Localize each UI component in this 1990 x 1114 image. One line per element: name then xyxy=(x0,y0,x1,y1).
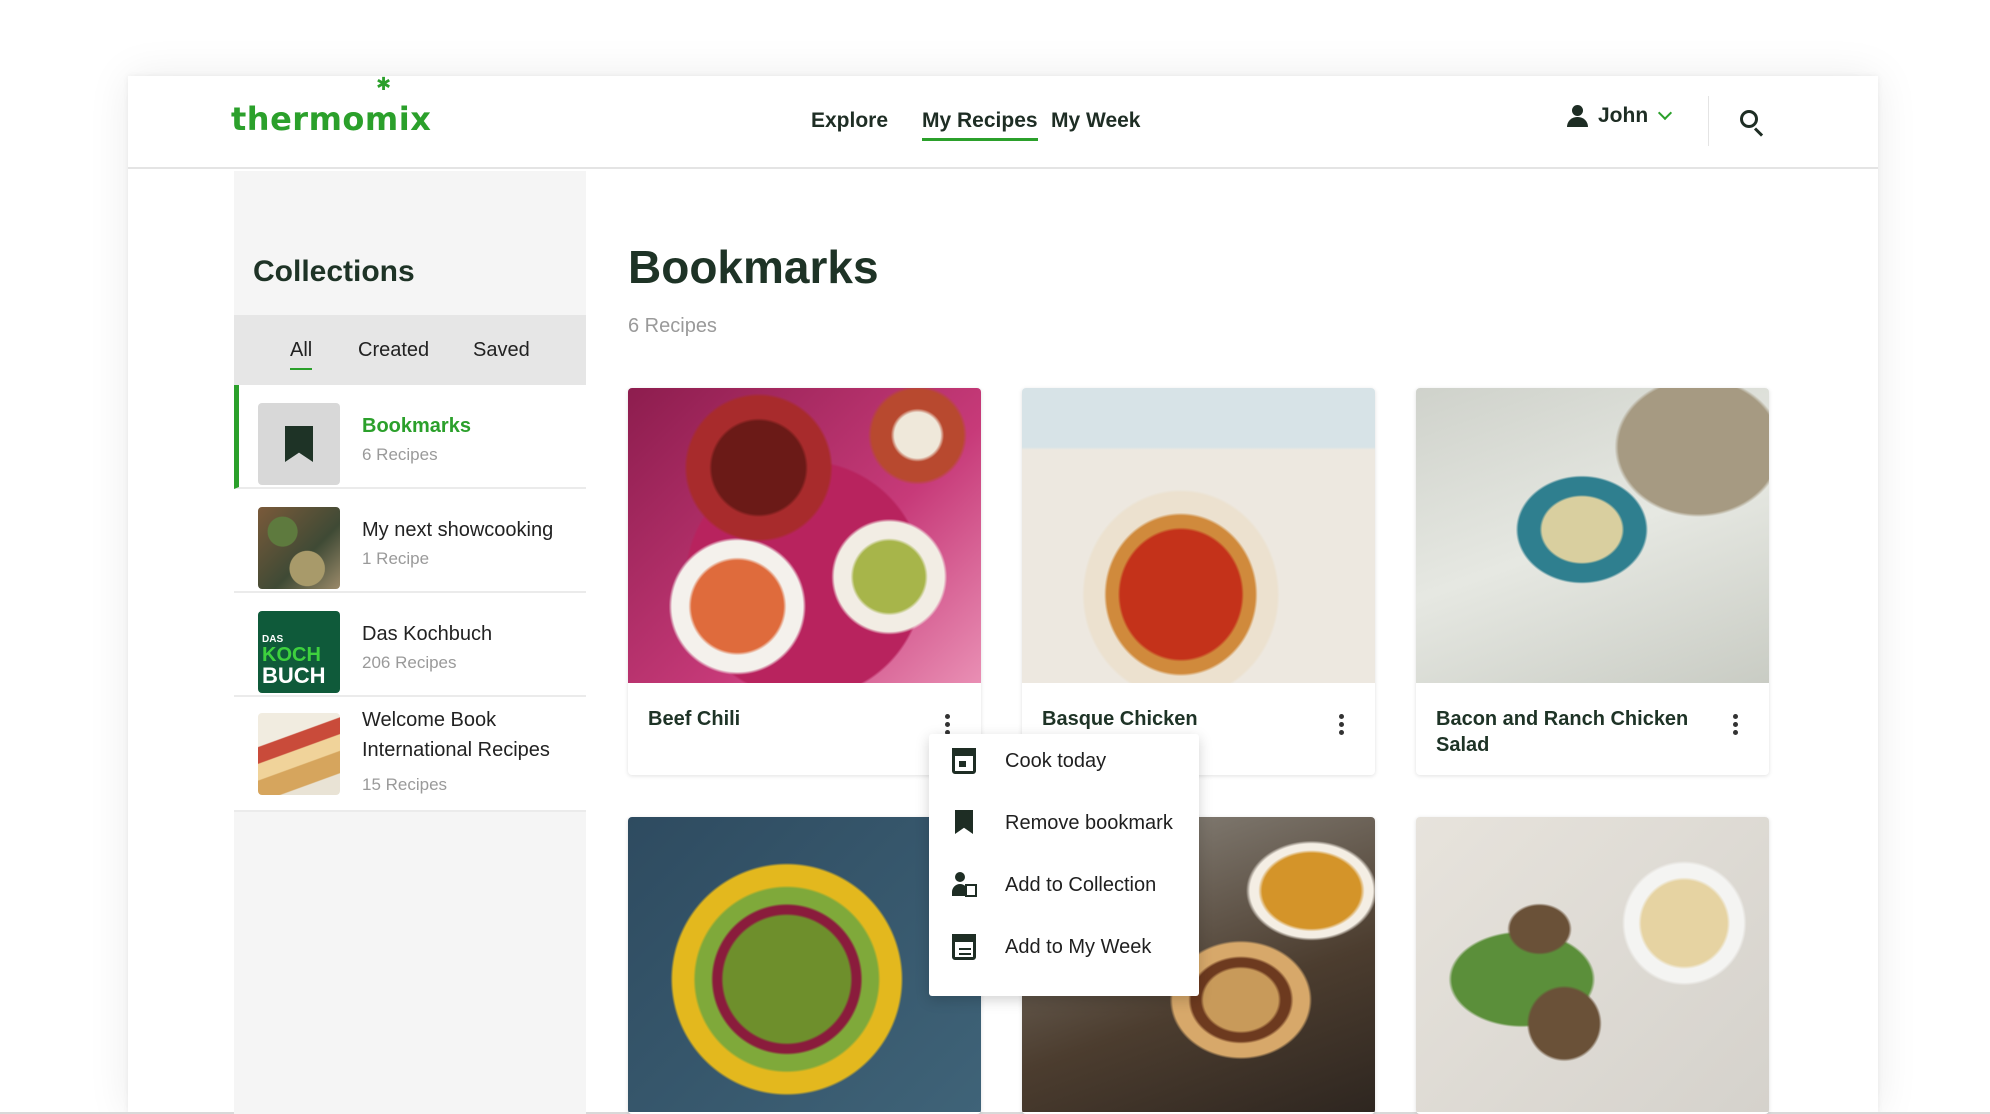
more-options-icon[interactable] xyxy=(1731,714,1739,738)
collection-item-bookmarks[interactable]: Bookmarks 6 Recipes xyxy=(234,385,586,489)
menu-item-add-to-my-week[interactable]: Add to My Week xyxy=(929,920,1199,980)
page-title: Bookmarks xyxy=(628,241,879,293)
menu-item-label: Remove bookmark xyxy=(1005,812,1173,834)
collection-item-welcome-book[interactable]: Welcome Book International Recipes 15 Re… xyxy=(234,697,586,812)
menu-item-cook-today[interactable]: Cook today xyxy=(929,734,1199,794)
menu-item-label: Cook today xyxy=(1005,750,1107,772)
user-menu[interactable]: John xyxy=(1566,104,1673,128)
recipe-card-basque-chicken[interactable]: Basque Chicken xyxy=(1022,388,1375,775)
filter-all[interactable]: All xyxy=(290,339,313,370)
logo-star-icon: ✱ xyxy=(376,74,392,94)
filter-saved[interactable]: Saved xyxy=(473,339,530,362)
book-cover-buch: BUCH xyxy=(262,663,326,688)
collection-list: Bookmarks 6 Recipes My next showcooking … xyxy=(234,385,586,812)
calendar-week-icon xyxy=(952,934,976,960)
collection-item-my-next-showcooking[interactable]: My next showcooking 1 Recipe xyxy=(234,489,586,593)
user-name: John xyxy=(1598,104,1649,127)
recipe-context-menu: Cook today Remove bookmark Add to Collec… xyxy=(929,734,1199,996)
nav-my-recipes[interactable]: My Recipes xyxy=(922,109,1038,141)
collection-title: Das Kochbuch xyxy=(362,623,493,645)
search-icon[interactable] xyxy=(1740,110,1766,137)
recipe-image xyxy=(1022,388,1375,683)
recipe-image xyxy=(1416,388,1769,683)
filter-created[interactable]: Created xyxy=(358,339,429,362)
recipe-title: Beef Chili xyxy=(648,708,741,730)
menu-item-add-to-collection[interactable]: Add to Collection xyxy=(929,858,1199,918)
collection-title: Welcome Book International Recipes xyxy=(362,709,550,761)
recipe-card-grilled-fish[interactable] xyxy=(1416,817,1769,1114)
bookmark-thumbnail xyxy=(258,403,340,485)
collection-thumbnail xyxy=(258,713,340,795)
recipe-card-beef-chili[interactable]: Beef Chili xyxy=(628,388,981,775)
add-to-collection-icon xyxy=(952,872,977,898)
recipe-image xyxy=(1416,817,1769,1112)
collection-item-das-kochbuch[interactable]: DAS KOCH BUCH Das Kochbuch 206 Recipes xyxy=(234,593,586,697)
more-options-icon[interactable] xyxy=(1337,714,1345,738)
nav-my-week[interactable]: My Week xyxy=(1051,109,1141,133)
recipe-count: 6 Recipes xyxy=(628,315,717,337)
bookmark-icon xyxy=(285,426,313,462)
collection-count: 15 Recipes xyxy=(362,775,448,794)
collections-sidebar: Collections All Created Saved Bookmarks … xyxy=(234,171,586,1114)
bookmark-icon xyxy=(955,810,973,834)
menu-item-remove-bookmark[interactable]: Remove bookmark xyxy=(929,796,1199,856)
collection-thumbnail xyxy=(258,507,340,589)
header-divider xyxy=(1708,96,1709,146)
nav-explore[interactable]: Explore xyxy=(811,109,888,133)
recipe-card-bacon-ranch-chicken-salad[interactable]: Bacon and Ranch Chicken Salad xyxy=(1416,388,1769,775)
recipe-image xyxy=(628,388,981,683)
book-cover-thumbnail: DAS KOCH BUCH xyxy=(258,611,340,693)
book-cover-koch: KOCH xyxy=(262,644,321,666)
calendar-icon xyxy=(952,748,976,774)
menu-item-label: Add to My Week xyxy=(1005,936,1152,958)
collection-title: Bookmarks xyxy=(362,415,471,437)
recipe-title: Bacon and Ranch Chicken Salad xyxy=(1436,708,1689,756)
thermomix-logo[interactable]: thermomix xyxy=(231,100,431,138)
sidebar-title: Collections xyxy=(253,255,415,288)
user-icon xyxy=(1566,104,1588,128)
recipe-title: Basque Chicken xyxy=(1042,708,1198,730)
collection-filter-tabs: All Created Saved xyxy=(234,315,586,385)
collection-count: 206 Recipes xyxy=(362,653,457,672)
collection-count: 6 Recipes xyxy=(362,445,438,464)
top-navigation-bar: thermomix ✱ Explore My Recipes My Week J… xyxy=(128,74,1878,169)
chevron-down-icon xyxy=(1658,105,1673,121)
collection-title: My next showcooking xyxy=(362,519,554,541)
collection-count: 1 Recipe xyxy=(362,549,430,568)
menu-item-label: Add to Collection xyxy=(1005,874,1157,896)
